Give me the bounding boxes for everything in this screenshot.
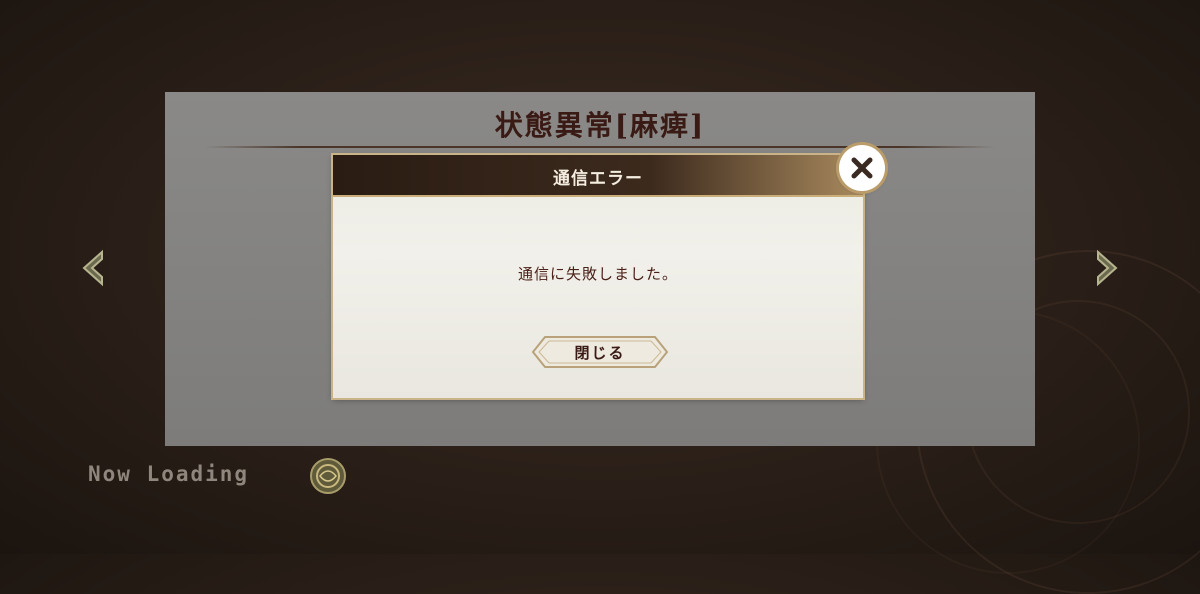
loading-emblem-icon bbox=[308, 456, 348, 496]
panel-title: 状態異常[麻痺] bbox=[494, 109, 706, 142]
chevron-right-icon[interactable] bbox=[1092, 248, 1122, 288]
close-button-label: 閉じる bbox=[574, 344, 626, 362]
close-icon[interactable] bbox=[839, 145, 885, 191]
close-button[interactable]: 閉じる bbox=[531, 335, 669, 369]
loading-text: Now Loading bbox=[88, 462, 250, 486]
dialog-header: 通信エラー bbox=[333, 155, 863, 197]
dialog-message: 通信に失敗しました。 bbox=[517, 265, 678, 283]
dialog-title: 通信エラー bbox=[553, 169, 643, 189]
chevron-left-icon[interactable] bbox=[78, 248, 108, 288]
